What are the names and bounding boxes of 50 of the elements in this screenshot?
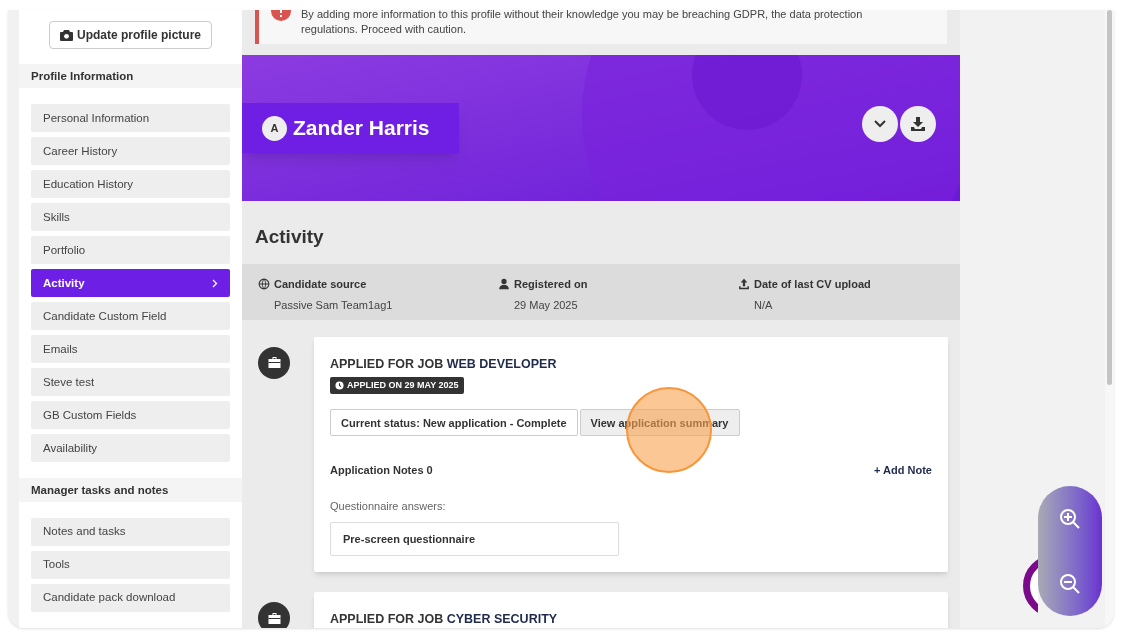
sidebar-item[interactable]: Portfolio xyxy=(31,236,230,265)
add-note-link[interactable]: + Add Note xyxy=(874,462,932,479)
chevron-down-icon xyxy=(874,120,886,128)
status-label: Current status: New application - Complete xyxy=(330,409,578,437)
camera-icon xyxy=(60,29,73,41)
info-value: 29 May 2025 xyxy=(513,298,579,313)
info-label: Registered on xyxy=(514,276,588,292)
chevron-right-icon xyxy=(212,278,218,288)
sidebar-item[interactable]: GB Custom Fields xyxy=(31,401,230,430)
briefcase-icon xyxy=(258,602,290,628)
candidate-name: Zander Harris xyxy=(293,115,430,142)
info-label: Date of last CV upload xyxy=(754,276,871,292)
applied-date-badge: APPLIED ON 29 MAY 2025 xyxy=(330,377,464,395)
sidebar-item[interactable]: Personal Information xyxy=(31,104,230,133)
briefcase-icon xyxy=(258,346,290,379)
sidebar-item[interactable]: Emails xyxy=(31,335,230,364)
zoom-in-icon[interactable] xyxy=(1058,506,1082,531)
expand-button[interactable] xyxy=(862,106,898,142)
zoom-out-icon[interactable] xyxy=(1058,571,1082,596)
sidebar-item[interactable]: Candidate Custom Field xyxy=(31,302,230,331)
sidebar-item[interactable]: Availability xyxy=(31,434,230,463)
section-title: Activity xyxy=(254,225,325,249)
upload-icon xyxy=(738,277,750,290)
questionnaire-button[interactable]: Pre-screen questionnaire xyxy=(330,522,619,557)
section-heading: Profile Information xyxy=(19,64,242,89)
update-picture-button[interactable]: Update profile picture xyxy=(49,21,212,49)
sidebar-item[interactable]: Education History xyxy=(31,170,230,199)
activity-title: APPLIED FOR JOB CYBER SECURITY xyxy=(330,611,558,628)
warning-text: By adding more information to this profile without their knowledge you may be breaching GDPR, the data protection regulations. Proceed with caution. xyxy=(301,10,864,37)
sidebar-item[interactable]: Activity xyxy=(31,269,230,298)
info-label: Candidate source xyxy=(274,276,367,292)
person-icon xyxy=(498,277,510,290)
download-button[interactable] xyxy=(900,106,936,142)
download-icon xyxy=(911,117,925,131)
info-value: N/A xyxy=(753,298,774,313)
questionnaire-label: Questionnaire answers: xyxy=(330,498,446,514)
notes-label: Application Notes 0 xyxy=(330,463,433,479)
sidebar-item[interactable]: Notes and tasks xyxy=(31,518,230,546)
sidebar-item[interactable]: Career History xyxy=(31,137,230,166)
sidebar-item[interactable]: Skills xyxy=(31,203,230,232)
info-value: Passive Sam Team1ag1 xyxy=(273,298,394,313)
activity-title: APPLIED FOR JOB WEB DEVELOPER xyxy=(330,355,557,373)
sidebar-item[interactable]: Tools xyxy=(31,551,230,579)
sidebar-item[interactable]: Steve test xyxy=(31,368,230,397)
avatar: A xyxy=(262,115,287,141)
scrollbar-thumb[interactable] xyxy=(1107,10,1112,385)
clock-icon xyxy=(335,381,344,391)
sidebar-item[interactable]: Candidate pack download xyxy=(31,584,230,612)
globe-icon xyxy=(258,277,270,290)
section-heading: Manager tasks and notes xyxy=(19,478,242,502)
